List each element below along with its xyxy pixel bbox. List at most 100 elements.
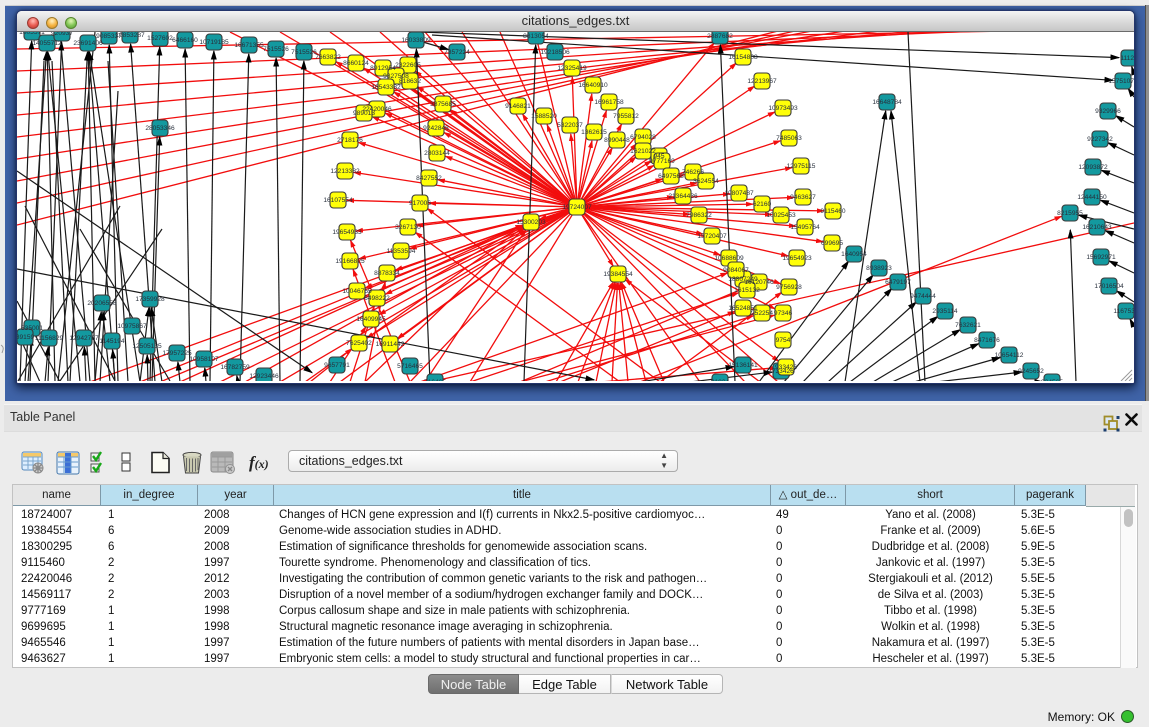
svg-text:16671355: 16671355: [234, 42, 264, 49]
svg-text:2322605: 2322605: [395, 62, 421, 69]
svg-text:7663822: 7663822: [315, 54, 341, 61]
svg-text:9777169: 9777169: [649, 158, 675, 165]
svg-text:746266: 746266: [682, 169, 704, 176]
svg-text:8938923: 8938923: [866, 265, 892, 272]
svg-text:19166825: 19166825: [335, 258, 365, 265]
svg-text:924565: 924565: [1041, 379, 1063, 381]
svg-text:16409945: 16409945: [356, 316, 386, 323]
svg-text:10807487: 10807487: [724, 190, 754, 197]
svg-text:7632621: 7632621: [955, 322, 981, 329]
svg-text:12975115: 12975115: [787, 163, 816, 170]
svg-text:14055712: 14055712: [32, 40, 62, 47]
svg-text:2887682: 2887682: [707, 33, 733, 40]
svg-text:7955812: 7955812: [613, 113, 639, 120]
svg-text:11123: 11123: [1120, 55, 1134, 62]
svg-text:10688609: 10688609: [714, 255, 744, 262]
svg-text:7625402: 7625402: [346, 340, 372, 347]
svg-text:6498222: 6498222: [364, 295, 390, 302]
svg-text:19218506: 19218506: [540, 49, 570, 56]
svg-text:39159: 39159: [17, 334, 34, 341]
svg-text:989013: 989013: [353, 110, 375, 117]
svg-text:1640954: 1640954: [841, 251, 867, 258]
svg-text:7986322: 7986322: [686, 212, 712, 219]
svg-text:16120746: 16120746: [744, 279, 774, 286]
svg-text:12942737: 12942737: [69, 335, 99, 342]
svg-text:2935114: 2935114: [932, 308, 958, 315]
svg-text:16033809: 16033809: [401, 37, 431, 44]
svg-text:10046765: 10046765: [342, 288, 372, 295]
svg-text:17359928: 17359928: [135, 296, 165, 303]
svg-text:5716465: 5716465: [397, 363, 423, 370]
svg-text:19724007: 19724007: [562, 204, 592, 211]
svg-text:8990448: 8990448: [604, 137, 630, 144]
svg-text:10958107: 10958107: [189, 356, 219, 363]
svg-text:6497568: 6497568: [658, 173, 684, 180]
svg-text:9245652: 9245652: [1018, 368, 1044, 375]
svg-text:16154808: 16154808: [728, 54, 758, 61]
svg-text:15692971: 15692971: [1086, 254, 1116, 261]
svg-text:920937: 920937: [51, 32, 73, 37]
svg-text:1362615: 1362615: [581, 129, 607, 136]
svg-text:16911442: 16911442: [376, 341, 405, 348]
svg-text:12213382: 12213382: [330, 168, 360, 175]
svg-text:28053346: 28053346: [145, 125, 175, 132]
svg-text:7515526: 7515526: [291, 49, 317, 56]
svg-text:917006: 917006: [409, 200, 431, 207]
svg-text:2803144: 2803144: [424, 150, 450, 157]
svg-text:16543382: 16543382: [371, 84, 401, 91]
svg-text:1621022: 1621022: [630, 148, 656, 155]
svg-text:8215955: 8215955: [1057, 210, 1083, 217]
svg-text:8813054: 8813054: [523, 33, 549, 40]
svg-text:3875685: 3875685: [430, 101, 456, 108]
svg-text:933426: 933426: [775, 364, 797, 371]
svg-text:9474444: 9474444: [910, 293, 936, 300]
svg-text:20206558: 20206558: [87, 300, 117, 307]
svg-text:16210643: 16210643: [1082, 224, 1112, 231]
svg-text:91934: 91934: [711, 379, 730, 381]
svg-text:12093872: 12093872: [1078, 164, 1108, 171]
svg-text:2718176: 2718176: [337, 137, 363, 144]
svg-text:9115460: 9115460: [820, 208, 846, 215]
svg-text:12213967: 12213967: [747, 78, 777, 85]
svg-text:16782759: 16782759: [220, 364, 250, 371]
svg-text:9227342: 9227342: [1087, 136, 1113, 143]
svg-text:9084067: 9084067: [723, 267, 749, 274]
svg-text:9329966: 9329966: [1095, 108, 1121, 115]
svg-text:9463627: 9463627: [790, 194, 816, 201]
svg-text:1527602: 1527602: [147, 35, 173, 42]
svg-text:11353594: 11353594: [387, 248, 416, 255]
svg-text:699695: 699695: [821, 240, 843, 247]
svg-text:7515526: 7515526: [263, 46, 289, 53]
svg-text:16648784: 16648784: [872, 99, 902, 106]
svg-text:716465: 716465: [424, 379, 446, 381]
svg-text:10973493: 10973493: [768, 105, 798, 112]
svg-text:8471676: 8471676: [974, 337, 1000, 344]
svg-text:15136141: 15136141: [728, 362, 758, 369]
svg-text:19654923: 19654923: [782, 255, 812, 262]
svg-text:19654933: 19654933: [332, 229, 362, 236]
svg-text:10719185: 10719185: [199, 39, 229, 46]
svg-text:1167534: 1167534: [1113, 308, 1134, 315]
svg-text:97346: 97346: [774, 310, 793, 317]
svg-text:12325419: 12325419: [557, 65, 587, 72]
svg-text:16107554: 16107554: [323, 197, 353, 204]
svg-text:21364436: 21364436: [668, 193, 698, 200]
svg-text:23691406: 23691406: [73, 40, 103, 47]
svg-text:252254: 252254: [751, 310, 773, 317]
svg-text:818632: 818632: [399, 78, 421, 85]
svg-text:12444150: 12444150: [1077, 194, 1107, 201]
svg-text:17957225: 17957225: [162, 350, 192, 357]
svg-text:10025453: 10025453: [766, 212, 796, 219]
svg-text:9146821: 9146821: [505, 103, 531, 110]
svg-text:335001: 335001: [21, 325, 43, 332]
svg-text:9756928: 9756928: [776, 284, 802, 291]
svg-text:8427552: 8427552: [416, 175, 442, 182]
svg-text:8912954: 8912954: [370, 65, 396, 72]
svg-text:6794028: 6794028: [630, 134, 656, 141]
svg-text:1805571: 1805571: [19, 32, 45, 36]
svg-text:9242848: 9242848: [423, 125, 449, 132]
svg-text:7485063: 7485063: [776, 135, 802, 142]
svg-text:9754: 9754: [776, 337, 791, 344]
svg-text:17016504: 17016504: [1094, 283, 1124, 290]
svg-text:10975867: 10975867: [117, 323, 147, 330]
